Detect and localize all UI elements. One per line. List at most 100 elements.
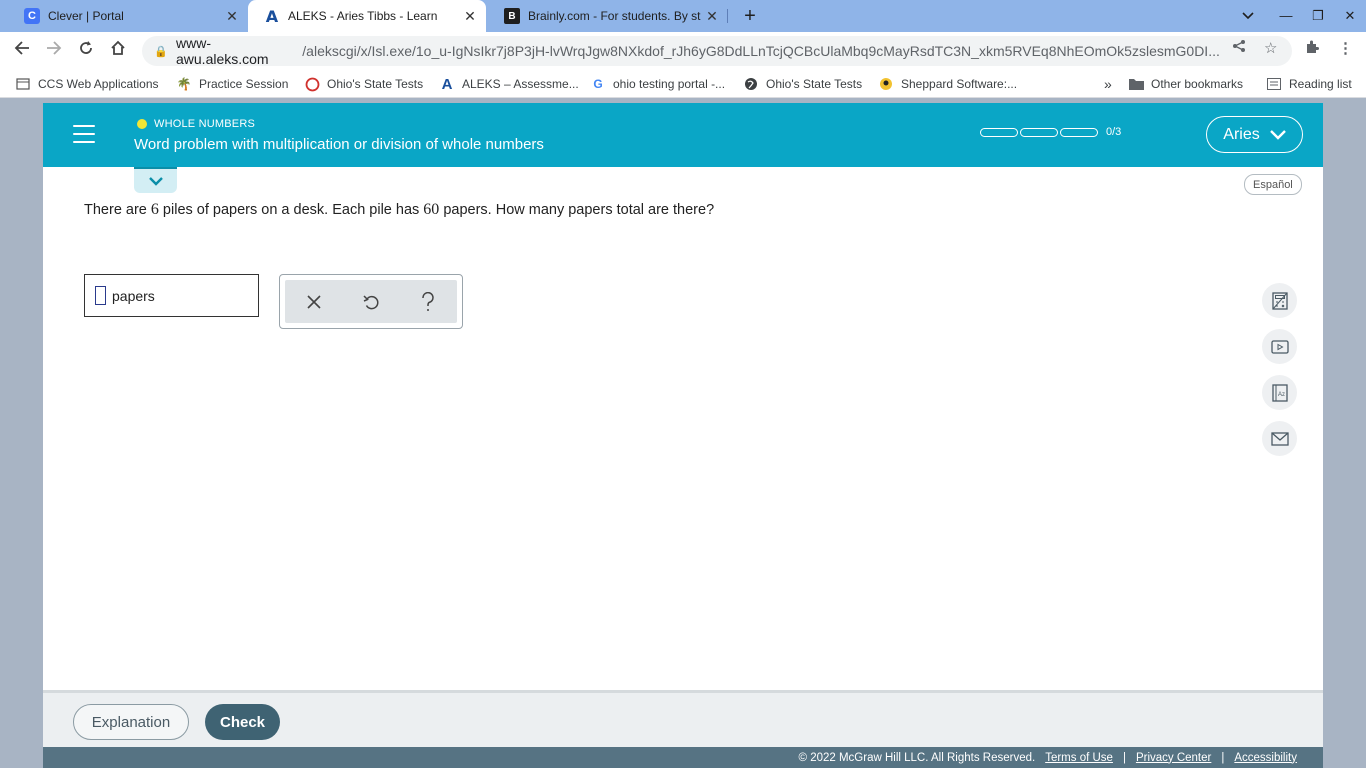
new-tab-button[interactable]: + xyxy=(738,4,762,28)
undo-icon[interactable] xyxy=(351,284,391,320)
share-icon[interactable] xyxy=(1232,39,1246,57)
bookmark-item[interactable]: A ALEKS – Assessme... xyxy=(439,70,579,98)
bookmark-star-icon[interactable]: ☆ xyxy=(1264,39,1277,57)
other-bookmarks[interactable]: Other bookmarks xyxy=(1128,70,1243,98)
bookmark-label: Practice Session xyxy=(199,77,289,91)
bookmark-label: Sheppard Software:... xyxy=(901,77,1018,91)
aleks-icon: A xyxy=(265,6,279,26)
clear-icon[interactable] xyxy=(294,284,334,320)
tab-separator xyxy=(727,9,728,23)
question-part: There are xyxy=(84,202,151,218)
url-path: /alekscgi/x/Isl.exe/1o_u-IgNsIkr7j8P3jH-… xyxy=(302,43,1220,59)
mail-icon[interactable] xyxy=(1262,421,1297,456)
bookmark-label: Ohio's State Tests xyxy=(327,77,424,91)
brainly-icon: B xyxy=(504,8,520,24)
privacy-link[interactable]: Privacy Center xyxy=(1136,752,1211,764)
topic-status-dot xyxy=(137,119,147,129)
aleks-icon: A xyxy=(441,75,453,93)
answer-input[interactable] xyxy=(95,286,106,305)
browser-tab-strip: C Clever | Portal ✕ A ALEKS - Aries Tibb… xyxy=(0,0,1366,32)
bookmark-item[interactable]: Sheppard Software:... xyxy=(878,70,1017,98)
minimize-icon[interactable]: — xyxy=(1270,0,1302,32)
palm-icon: 🌴 xyxy=(176,77,192,91)
collapse-toggle-button[interactable] xyxy=(134,167,177,193)
globe-icon xyxy=(743,76,759,92)
close-icon[interactable]: ✕ xyxy=(224,8,240,25)
folder-icon xyxy=(1128,76,1144,92)
accessibility-link[interactable]: Accessibility xyxy=(1234,752,1297,764)
more-bookmarks-icon[interactable]: » xyxy=(1104,70,1112,98)
user-menu-button[interactable]: Aries xyxy=(1206,116,1303,153)
answer-keypad xyxy=(279,274,463,329)
explanation-button[interactable]: Explanation xyxy=(73,704,189,740)
clever-icon: C xyxy=(24,8,40,24)
video-icon[interactable] xyxy=(1262,329,1297,364)
hamburger-menu-icon[interactable] xyxy=(73,125,95,143)
question-number: 6 xyxy=(150,201,159,218)
close-icon[interactable]: ✕ xyxy=(462,8,478,25)
sheppard-icon xyxy=(878,76,894,92)
help-icon[interactable] xyxy=(408,284,448,320)
progress-segment xyxy=(980,127,1018,137)
question-part: papers. How many papers total are there? xyxy=(439,202,715,218)
bookmark-label: ohio testing portal -... xyxy=(613,77,726,91)
back-icon[interactable] xyxy=(8,37,36,65)
address-bar[interactable]: 🔒 www-awu.aleks.com/alekscgi/x/Isl.exe/1… xyxy=(142,35,1292,67)
bookmark-item[interactable]: Ohio's State Tests xyxy=(743,70,862,98)
forward-icon[interactable] xyxy=(40,37,68,65)
close-icon[interactable]: ✕ xyxy=(704,8,720,25)
bookmark-label: ALEKS – Assessme... xyxy=(462,77,579,91)
window-close-icon[interactable]: ✕ xyxy=(1334,0,1366,32)
home-icon[interactable] xyxy=(104,37,132,65)
reading-list[interactable]: Reading list xyxy=(1266,70,1352,98)
dictionary-icon[interactable]: Az xyxy=(1262,375,1297,410)
bookmark-item[interactable]: Ohio's State Tests xyxy=(304,70,423,98)
espanol-button[interactable]: Español xyxy=(1244,174,1302,195)
copyright-text: © 2022 McGraw Hill LLC. All Rights Reser… xyxy=(798,751,1036,764)
reload-icon[interactable] xyxy=(72,37,100,65)
answer-field[interactable]: papers xyxy=(84,274,259,317)
action-bar: Explanation Check xyxy=(43,690,1323,747)
topic-label: WHOLE NUMBERS xyxy=(137,118,255,130)
question-text: There are 6 piles of papers on a desk. E… xyxy=(84,201,714,219)
reading-list-icon xyxy=(1266,76,1282,92)
tab-brainly[interactable]: B Brainly.com - For students. By st ✕ xyxy=(488,0,728,32)
menu-icon[interactable]: ⋮ xyxy=(1338,39,1353,57)
bookmark-item[interactable]: CCS Web Applications xyxy=(15,70,159,98)
lesson-header: WHOLE NUMBERS Word problem with multipli… xyxy=(43,103,1323,167)
topic-text: WHOLE NUMBERS xyxy=(154,118,255,130)
tab-aleks[interactable]: A ALEKS - Aries Tibbs - Learn ✕ xyxy=(248,0,486,32)
bookmark-item[interactable]: 🌴 Practice Session xyxy=(176,70,289,98)
url-host: www-awu.aleks.com xyxy=(176,35,269,67)
aleks-page: WHOLE NUMBERS Word problem with multipli… xyxy=(43,103,1323,768)
bookmark-label: Ohio's State Tests xyxy=(766,77,863,91)
question-part: piles of papers on a desk. Each pile has xyxy=(158,202,424,218)
calculator-icon[interactable] xyxy=(1262,283,1297,318)
svg-text:Az: Az xyxy=(1278,392,1285,398)
bookmark-item[interactable]: G ohio testing portal -... xyxy=(590,70,725,98)
extensions-icon[interactable] xyxy=(1304,39,1320,59)
footer-separator: | xyxy=(1221,751,1225,764)
chevron-down-icon xyxy=(148,177,163,186)
check-button[interactable]: Check xyxy=(205,704,280,740)
answer-unit: papers xyxy=(112,287,155,304)
bookmark-label: Reading list xyxy=(1289,77,1352,91)
tab-title: Brainly.com - For students. By st xyxy=(528,9,701,23)
terms-link[interactable]: Terms of Use xyxy=(1045,752,1113,764)
bookmarks-bar: CCS Web Applications 🌴 Practice Session … xyxy=(0,70,1366,98)
browser-toolbar: 🔒 www-awu.aleks.com/alekscgi/x/Isl.exe/1… xyxy=(0,32,1366,70)
page-icon xyxy=(15,76,31,92)
tab-clever[interactable]: C Clever | Portal ✕ xyxy=(8,0,248,32)
chevron-down-icon xyxy=(1269,129,1286,140)
restore-icon[interactable]: ❐ xyxy=(1302,0,1334,32)
tab-search-icon[interactable] xyxy=(1232,0,1264,32)
tab-title: ALEKS - Aries Tibbs - Learn xyxy=(288,9,438,23)
progress-text: 0/3 xyxy=(1106,126,1122,138)
lock-icon: 🔒 xyxy=(154,46,168,58)
bookmark-label: Other bookmarks xyxy=(1151,77,1244,91)
progress-segment xyxy=(1060,127,1098,137)
footer-separator: | xyxy=(1122,751,1126,764)
lesson-title: Word problem with multiplication or divi… xyxy=(134,136,544,153)
user-name: Aries xyxy=(1223,125,1260,143)
google-icon: G xyxy=(593,77,603,91)
